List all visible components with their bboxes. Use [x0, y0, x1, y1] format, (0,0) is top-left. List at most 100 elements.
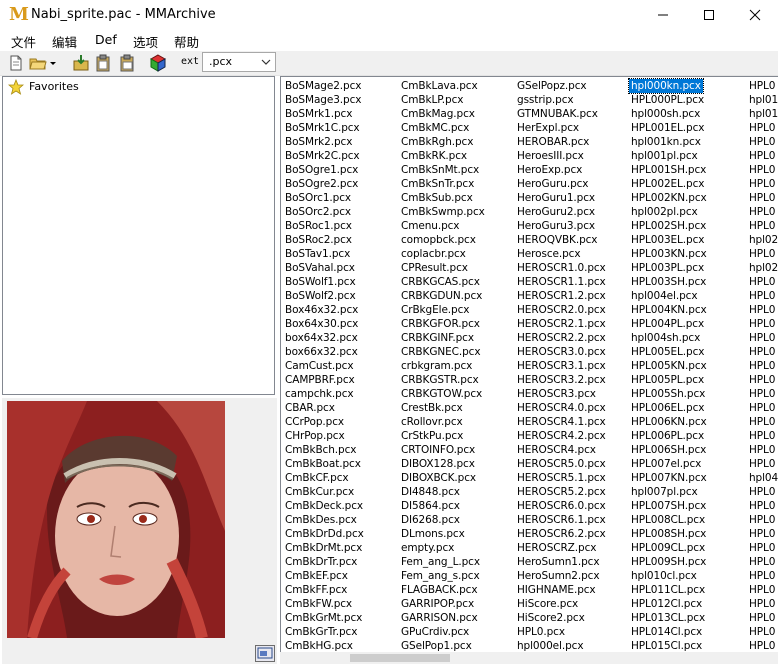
file-item[interactable]: HPL0: [749, 569, 775, 583]
file-item[interactable]: CPResult.pcx: [401, 261, 468, 275]
file-item[interactable]: HPL0: [749, 373, 775, 387]
file-item[interactable]: HPL0: [749, 177, 775, 191]
file-item[interactable]: HPL0: [749, 429, 775, 443]
file-item[interactable]: hpl02: [749, 261, 778, 275]
file-item[interactable]: CmBkDrTr.pcx: [285, 555, 357, 569]
file-item[interactable]: HPL006EL.pcx: [631, 401, 705, 415]
file-item[interactable]: HEROSCR2.2.pcx: [517, 331, 606, 345]
file-item[interactable]: CRBKGNEC.pcx: [401, 345, 481, 359]
file-item[interactable]: BoSRoc2.pcx: [285, 233, 352, 247]
file-item[interactable]: HPL0: [749, 247, 775, 261]
file-item[interactable]: HPL0: [749, 443, 775, 457]
menu-help[interactable]: 帮助: [174, 32, 199, 51]
file-item[interactable]: CmBkCur.pcx: [285, 485, 354, 499]
file-item[interactable]: GTMNUBAK.pcx: [517, 107, 598, 121]
file-item[interactable]: Herosce.pcx: [517, 247, 581, 261]
file-item[interactable]: hpl01: [749, 107, 778, 121]
file-item[interactable]: HEROSCR4.2.pcx: [517, 429, 606, 443]
file-item[interactable]: HPL009CL.pcx: [631, 541, 705, 555]
file-item[interactable]: HPL003EL.pcx: [631, 233, 705, 247]
file-item[interactable]: CmBkDeck.pcx: [285, 499, 363, 513]
file-item[interactable]: hpl010cl.pcx: [631, 569, 697, 583]
preview-toggle-button[interactable]: [255, 645, 275, 662]
file-item[interactable]: BoSTav1.pcx: [285, 247, 350, 261]
minimize-button[interactable]: [640, 0, 686, 30]
file-item[interactable]: HPL0: [749, 415, 775, 429]
file-list[interactable]: BoSMage2.pcx BoSMage3.pcx BoSMrk1.pcx BoSMr…: [280, 76, 778, 653]
file-item[interactable]: CrStkPu.pcx: [401, 429, 463, 443]
file-item[interactable]: CmBkBoat.pcx: [285, 457, 361, 471]
file-item[interactable]: HPL0: [749, 79, 775, 93]
file-item[interactable]: HPL0: [749, 513, 775, 527]
file-item[interactable]: hpl004sh.pcx: [631, 331, 700, 345]
file-item[interactable]: CrBkgEle.pcx: [401, 303, 470, 317]
file-item[interactable]: HeroGuru2.pcx: [517, 205, 595, 219]
file-item[interactable]: HIGHNAME.pcx: [517, 583, 596, 597]
file-item[interactable]: BoSWolf2.pcx: [285, 289, 356, 303]
file-item[interactable]: HPL007KN.pcx: [631, 471, 707, 485]
file-item[interactable]: HPL007SH.pcx: [631, 499, 706, 513]
file-item[interactable]: HPL0: [749, 555, 775, 569]
file-item[interactable]: HiScore2.pcx: [517, 611, 585, 625]
file-item[interactable]: HPL002EL.pcx: [631, 177, 705, 191]
file-item[interactable]: HEROBAR.pcx: [517, 135, 589, 149]
file-item[interactable]: DI5864.pcx: [401, 499, 460, 513]
file-item[interactable]: HPL014Cl.pcx: [631, 625, 702, 639]
file-item[interactable]: CBAR.pcx: [285, 401, 335, 415]
file-item[interactable]: Fem_ang_s.pcx: [401, 569, 480, 583]
file-item[interactable]: HPL0: [749, 275, 775, 289]
file-item[interactable]: HPL0: [749, 611, 775, 625]
file-item[interactable]: CmBkLP.pcx: [401, 93, 463, 107]
file-item[interactable]: BoSOgre2.pcx: [285, 177, 358, 191]
file-item[interactable]: CmBkRgh.pcx: [401, 135, 473, 149]
file-item[interactable]: DI6268.pcx: [401, 513, 460, 527]
file-item[interactable]: CmBkFW.pcx: [285, 597, 352, 611]
file-item[interactable]: HPL0: [749, 345, 775, 359]
paste-icon[interactable]: [118, 54, 136, 72]
file-item[interactable]: CrestBk.pcx: [401, 401, 463, 415]
file-item[interactable]: CmBkGrMt.pcx: [285, 611, 362, 625]
file-item[interactable]: HPL0: [749, 541, 775, 555]
file-item[interactable]: comopbck.pcx: [401, 233, 476, 247]
maximize-button[interactable]: [686, 0, 732, 30]
file-item[interactable]: HPL0: [749, 331, 775, 345]
package-icon[interactable]: [149, 54, 167, 72]
file-item[interactable]: CmBkDes.pcx: [285, 513, 357, 527]
file-item[interactable]: CRBKGCAS.pcx: [401, 275, 480, 289]
file-item[interactable]: HEROSCR3.0.pcx: [517, 345, 606, 359]
file-item[interactable]: CmBkHG.pcx: [285, 639, 353, 653]
file-item[interactable]: CAMPBRF.pcx: [285, 373, 355, 387]
file-item[interactable]: HeroGuru.pcx: [517, 177, 589, 191]
file-item[interactable]: hpl02: [749, 233, 778, 247]
file-item[interactable]: HEROSCR2.1.pcx: [517, 317, 606, 331]
file-item[interactable]: HeroesIII.pcx: [517, 149, 584, 163]
menu-file[interactable]: 文件: [11, 32, 36, 51]
file-item[interactable]: CmBkSnMt.pcx: [401, 163, 479, 177]
file-item[interactable]: CRBKGINF.pcx: [401, 331, 474, 345]
file-item[interactable]: HEROSCR2.0.pcx: [517, 303, 606, 317]
menu-def[interactable]: Def: [95, 32, 117, 47]
file-item[interactable]: BoSRoc1.pcx: [285, 219, 352, 233]
file-item[interactable]: HPL0: [749, 205, 775, 219]
file-item[interactable]: cRollovr.pcx: [401, 415, 463, 429]
file-item[interactable]: CmBkEF.pcx: [285, 569, 348, 583]
file-item[interactable]: HPL001EL.pcx: [631, 121, 705, 135]
file-item[interactable]: HEROSCR6.0.pcx: [517, 499, 606, 513]
file-item[interactable]: DLmons.pcx: [401, 527, 465, 541]
file-item[interactable]: HEROSCR5.1.pcx: [517, 471, 606, 485]
file-item[interactable]: HPL0: [749, 639, 775, 653]
file-item[interactable]: HEROSCR3.1.pcx: [517, 359, 606, 373]
file-item[interactable]: box64x32.pcx: [285, 331, 358, 345]
file-item[interactable]: HPL0: [749, 303, 775, 317]
file-item[interactable]: hpl004el.pcx: [631, 289, 698, 303]
file-item[interactable]: hpl001pl.pcx: [631, 149, 698, 163]
file-item[interactable]: HPL0: [749, 457, 775, 471]
file-item[interactable]: hpl001kn.pcx: [631, 135, 701, 149]
file-item[interactable]: BoSVahal.pcx: [285, 261, 355, 275]
file-item[interactable]: crbkgram.pcx: [401, 359, 472, 373]
file-item[interactable]: DIBOX128.pcx: [401, 457, 475, 471]
file-item[interactable]: BoSMage2.pcx: [285, 79, 361, 93]
file-item[interactable]: HEROSCR5.0.pcx: [517, 457, 606, 471]
file-item[interactable]: CmBkGrTr.pcx: [285, 625, 357, 639]
scrollbar-thumb[interactable]: [350, 654, 450, 662]
